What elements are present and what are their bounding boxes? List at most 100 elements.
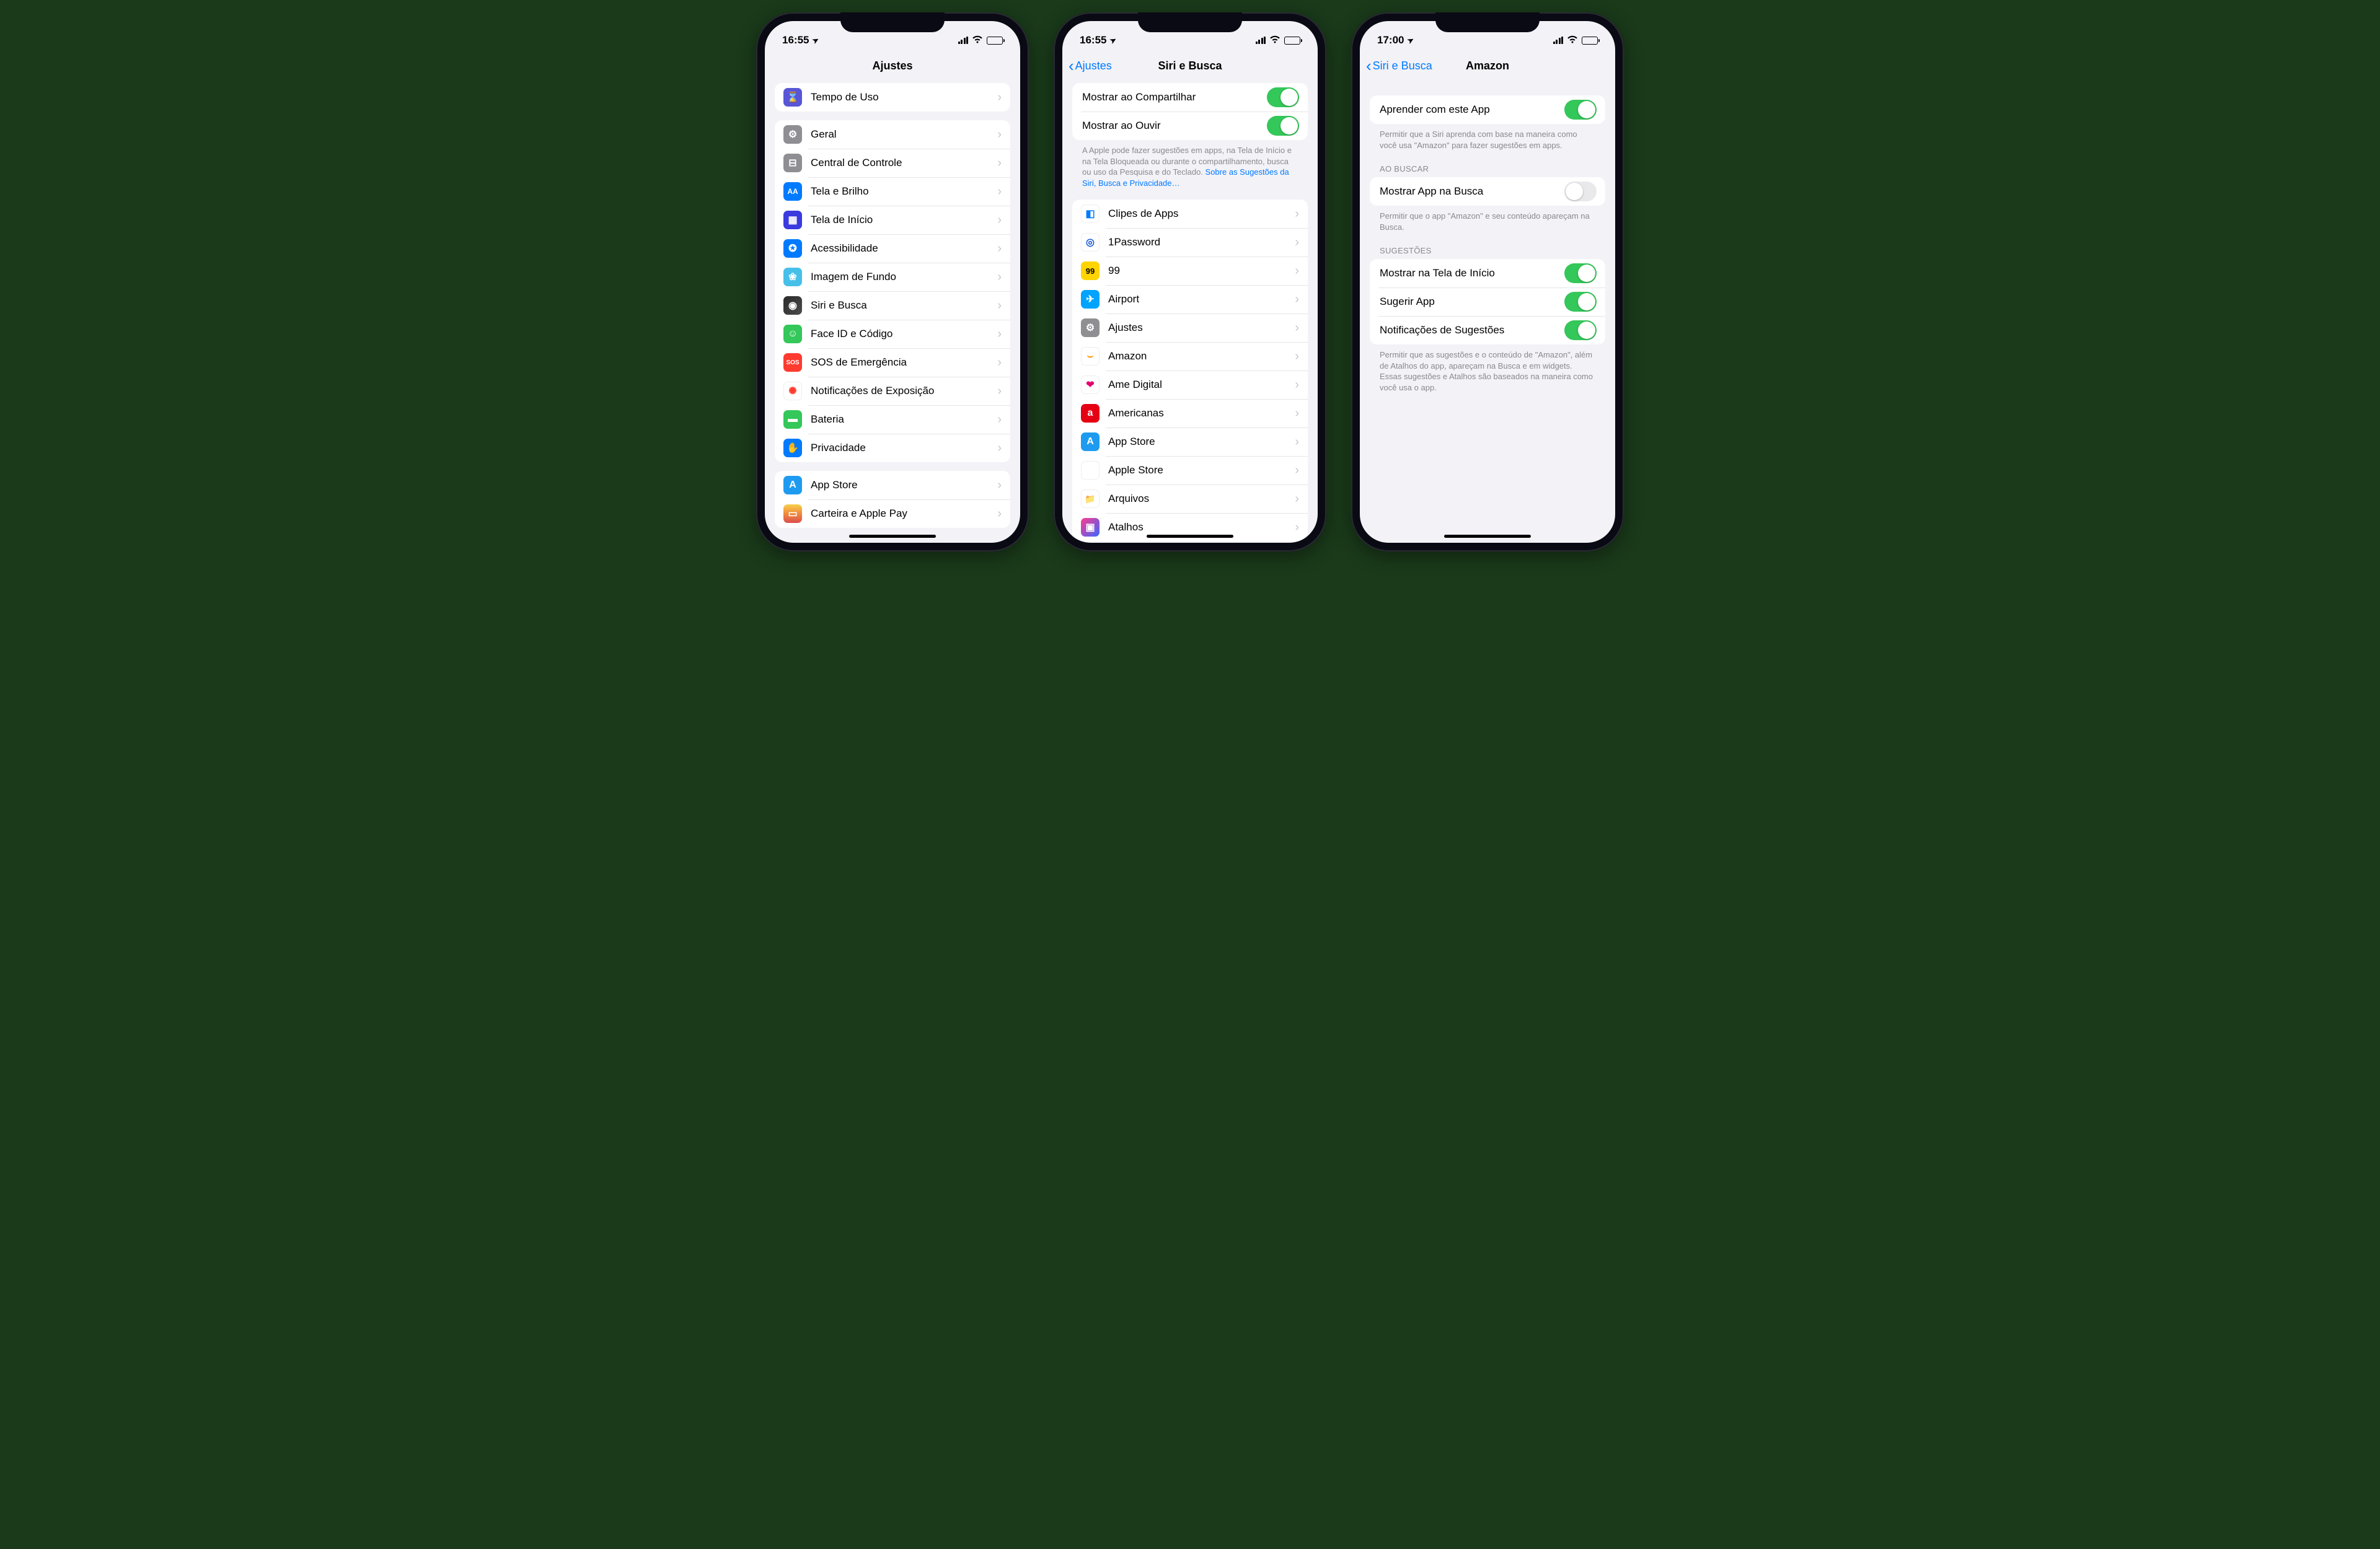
toggle-switch[interactable] [1267, 87, 1299, 107]
battery-icon [1284, 37, 1300, 45]
battery-row-icon: ▬ [783, 410, 802, 429]
row-tela-inicio[interactable]: ▦ Tela de Início › [775, 206, 1010, 234]
99-icon: 99 [1081, 261, 1100, 280]
row-bateria[interactable]: ▬ Bateria › [775, 405, 1010, 434]
row-exposicao[interactable]: ✺ Notificações de Exposição › [775, 377, 1010, 405]
toggle-switch[interactable] [1564, 320, 1597, 340]
row-label: Notificações de Sugestões [1380, 324, 1564, 336]
row-central-controle[interactable]: ⊟ Central de Controle › [775, 149, 1010, 177]
row-ame-digital[interactable]: ❤ Ame Digital › [1072, 371, 1308, 399]
row-tempo-de-uso[interactable]: ⌛ Tempo de Uso › [775, 83, 1010, 112]
chevron-right-icon: › [997, 213, 1002, 227]
row-notif-sugestoes[interactable]: Notificações de Sugestões [1370, 316, 1605, 344]
chevron-right-icon: › [1295, 349, 1299, 364]
row-label: App Store [811, 479, 997, 491]
chevron-left-icon: ‹ [1069, 58, 1074, 74]
nav-bar: ‹ Siri e Busca Amazon [1360, 51, 1615, 81]
row-privacidade[interactable]: ✋ Privacidade › [775, 434, 1010, 462]
wifi-icon [1567, 35, 1578, 45]
accessibility-icon: ✪ [783, 239, 802, 258]
row-faceid[interactable]: ☺ Face ID e Código › [775, 320, 1010, 348]
row-label: 1Password [1108, 236, 1295, 248]
row-apple-store[interactable]: 🛍 Apple Store › [1072, 456, 1308, 485]
toggle-switch[interactable] [1564, 182, 1597, 201]
row-mostrar-compartilhar[interactable]: Mostrar ao Compartilhar [1072, 83, 1308, 112]
amazon-icon: ⌣ [1081, 347, 1100, 366]
flower-icon: ❀ [783, 268, 802, 286]
shortcuts-icon: ▣ [1081, 518, 1100, 537]
row-mostrar-busca[interactable]: Mostrar App na Busca [1370, 177, 1605, 206]
row-airport[interactable]: ✈ Airport › [1072, 285, 1308, 314]
home-indicator[interactable] [849, 535, 936, 538]
chevron-right-icon: › [1295, 406, 1299, 421]
row-sos[interactable]: SOS SOS de Emergência › [775, 348, 1010, 377]
chevron-right-icon: › [997, 242, 1002, 256]
row-label: Siri e Busca [811, 299, 997, 312]
row-99[interactable]: 99 99 › [1072, 257, 1308, 285]
row-sugerir-app[interactable]: Sugerir App [1370, 287, 1605, 316]
row-label: Atalhos [1108, 521, 1295, 533]
status-time: 16:55 [1080, 34, 1106, 46]
row-mostrar-tela-inicio[interactable]: Mostrar na Tela de Início [1370, 259, 1605, 287]
row-label: Sugerir App [1380, 296, 1564, 308]
row-label: Mostrar ao Ouvir [1082, 120, 1267, 132]
chevron-right-icon: › [997, 185, 1002, 199]
ame-icon: ❤ [1081, 375, 1100, 394]
content-scroll[interactable]: Aprender com este App Permitir que a Sir… [1360, 81, 1615, 543]
toggle-switch[interactable] [1267, 116, 1299, 136]
row-ajustes-app[interactable]: ⚙ Ajustes › [1072, 314, 1308, 342]
toggle-switch[interactable] [1564, 263, 1597, 283]
row-label: Tempo de Uso [811, 91, 997, 103]
row-amazon[interactable]: ⌣ Amazon › [1072, 342, 1308, 371]
nav-bar: ‹ Ajustes Siri e Busca [1062, 51, 1318, 81]
back-button[interactable]: ‹ Ajustes [1069, 58, 1112, 74]
chevron-right-icon: › [997, 156, 1002, 170]
notch [840, 12, 945, 32]
row-geral[interactable]: ⚙ Geral › [775, 120, 1010, 149]
row-clipes-apps[interactable]: ◧ Clipes de Apps › [1072, 200, 1308, 228]
row-carteira[interactable]: ▭ Carteira e Apple Pay › [775, 499, 1010, 528]
nav-title: Siri e Busca [1158, 59, 1222, 72]
toggle-switch[interactable] [1564, 292, 1597, 312]
row-americanas[interactable]: a Americanas › [1072, 399, 1308, 428]
row-imagem-fundo[interactable]: ❀ Imagem de Fundo › [775, 263, 1010, 291]
row-siri-busca[interactable]: ◉ Siri e Busca › [775, 291, 1010, 320]
switches-icon: ⊟ [783, 154, 802, 172]
chevron-right-icon: › [997, 128, 1002, 142]
content-scroll[interactable]: ⌛ Tempo de Uso › ⚙ Geral › ⊟ Central de … [765, 81, 1020, 543]
back-button[interactable]: ‹ Siri e Busca [1366, 58, 1432, 74]
airplane-icon: ✈ [1081, 290, 1100, 309]
row-label: Clipes de Apps [1108, 208, 1295, 220]
home-indicator[interactable] [1444, 535, 1531, 538]
chevron-right-icon: › [997, 507, 1002, 521]
row-mostrar-ouvir[interactable]: Mostrar ao Ouvir [1072, 112, 1308, 140]
chevron-right-icon: › [997, 299, 1002, 313]
row-label: Arquivos [1108, 493, 1295, 505]
home-indicator[interactable] [1147, 535, 1233, 538]
row-acessibilidade[interactable]: ✪ Acessibilidade › [775, 234, 1010, 263]
gear-icon: ⚙ [1081, 318, 1100, 337]
section-header: SUGESTÕES [1370, 235, 1605, 259]
section-footer: Permitir que as sugestões e o conteúdo d… [1370, 344, 1605, 395]
row-aprender-app[interactable]: Aprender com este App [1370, 95, 1605, 124]
content-scroll[interactable]: Mostrar ao Compartilhar Mostrar ao Ouvir… [1062, 81, 1318, 543]
row-tela-brilho[interactable]: AA Tela e Brilho › [775, 177, 1010, 206]
settings-group: ⚙ Geral › ⊟ Central de Controle › AA Tel… [775, 120, 1010, 462]
signal-icon [1553, 37, 1564, 44]
chevron-right-icon: › [1295, 463, 1299, 478]
chevron-right-icon: › [997, 441, 1002, 455]
toggle-switch[interactable] [1564, 100, 1597, 120]
chevron-right-icon: › [997, 270, 1002, 284]
location-icon: ➤ [1406, 35, 1416, 45]
grid-icon: ▦ [783, 211, 802, 229]
row-label: Aprender com este App [1380, 103, 1564, 116]
row-arquivos[interactable]: 📁 Arquivos › [1072, 485, 1308, 513]
row-app-store[interactable]: A App Store › [775, 471, 1010, 499]
signal-icon [1256, 37, 1266, 44]
chevron-right-icon: › [1295, 235, 1299, 250]
chevron-right-icon: › [997, 327, 1002, 341]
row-1password[interactable]: ◎ 1Password › [1072, 228, 1308, 257]
row-app-store[interactable]: A App Store › [1072, 428, 1308, 456]
phone-frame-2: 16:55 ➤ ‹ Ajustes Siri e Busca Mostrar a… [1054, 12, 1326, 551]
battery-icon [987, 37, 1003, 45]
